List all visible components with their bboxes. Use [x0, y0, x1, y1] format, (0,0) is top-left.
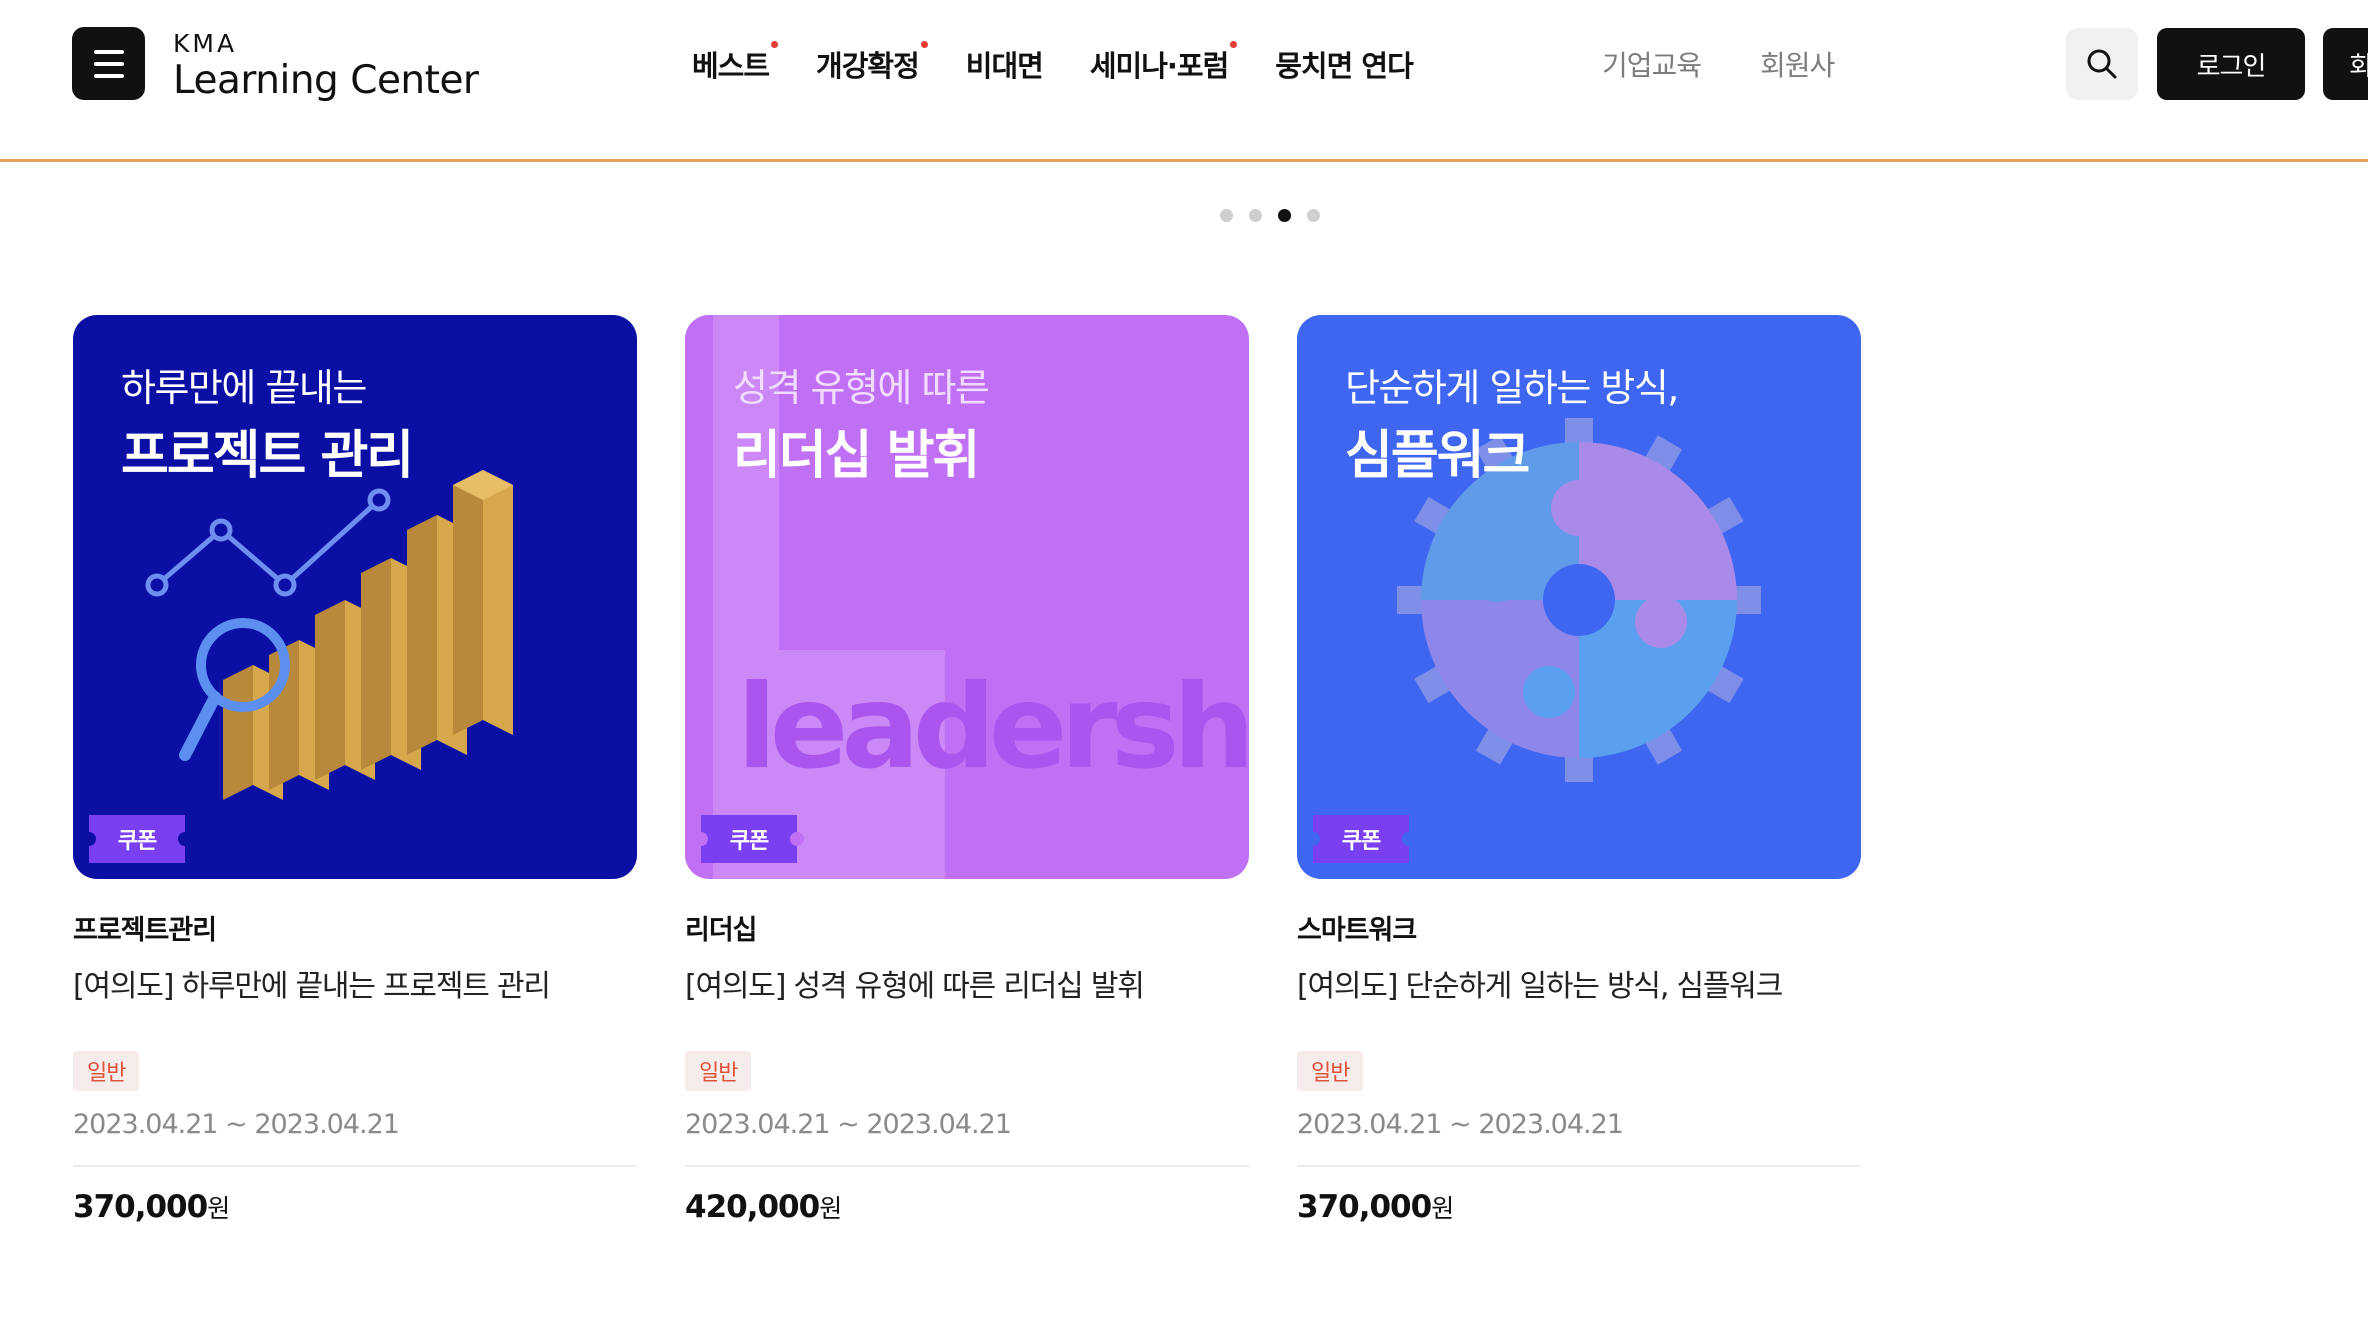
thumbnail-title: 심플워크: [1345, 426, 1530, 486]
pagination-dot[interactable]: [1307, 209, 1320, 222]
coupon-badge: 쿠폰: [82, 815, 192, 863]
course-price: 420,000원: [685, 1189, 842, 1225]
nav-item-group-open[interactable]: 뭉치면 연다: [1275, 43, 1413, 85]
thumbnail-subtitle: 단순하게 일하는 방식,: [1345, 366, 1679, 410]
nav-item-seminar-forum[interactable]: 세미나·포럼: [1090, 41, 1238, 85]
thumbnail-subtitle: 하루만에 끝내는: [121, 366, 367, 410]
course-card[interactable]: 하루만에 끝내는 프로젝트 관리 쿠폰 프로젝트관리 [여의도] 하루만에 끝내…: [73, 315, 637, 1229]
course-thumbnail[interactable]: leadership 성격 유형에 따른 리더십 발휘 쿠폰: [685, 315, 1249, 879]
new-dot-icon: [1230, 41, 1238, 48]
course-card[interactable]: 단순하게 일하는 방식, 심플워크 쿠폰 스마트워크 [여의도] 단순하게 일하…: [1297, 315, 1861, 1229]
carousel-pagination: [1220, 209, 1320, 222]
join-button[interactable]: 회원가입: [2323, 28, 2368, 100]
course-thumbnail[interactable]: 하루만에 끝내는 프로젝트 관리 쿠폰: [73, 315, 637, 879]
course-title[interactable]: [여의도] 단순하게 일하는 방식, 심플워크: [1297, 967, 1861, 1007]
pagination-dot[interactable]: [1220, 209, 1233, 222]
course-price: 370,000원: [73, 1189, 230, 1225]
logo-learning-center: Learning Center: [173, 58, 479, 103]
nav-sub-corporate[interactable]: 기업교육: [1602, 42, 1702, 86]
coupon-badge: 쿠폰: [1306, 815, 1416, 863]
login-button[interactable]: 로그인: [2157, 28, 2305, 100]
course-type-badge: 일반: [1297, 1051, 1364, 1091]
pagination-dot[interactable]: [1249, 209, 1262, 222]
coupon-badge: 쿠폰: [694, 815, 804, 863]
site-logo[interactable]: KMA Learning Center: [173, 29, 479, 104]
course-category: 프로젝트관리: [73, 915, 217, 946]
site-header: KMA Learning Center 베스트 개강확정 비대면 세미나·포럼 …: [0, 0, 2368, 162]
new-dot-icon: [771, 41, 779, 48]
nav-item-confirmed[interactable]: 개강확정: [816, 41, 928, 85]
course-date: 2023.04.21 ~ 2023.04.21: [1297, 1107, 1861, 1167]
main-nav: 베스트 개강확정 비대면 세미나·포럼 뭉치면 연다: [692, 41, 1460, 86]
course-date: 2023.04.21 ~ 2023.04.21: [685, 1107, 1249, 1167]
logo-kma: KMA: [173, 29, 238, 58]
pagination-dot-active[interactable]: [1278, 209, 1291, 222]
thumbnail-title: 프로젝트 관리: [121, 426, 414, 486]
course-thumbnail[interactable]: 단순하게 일하는 방식, 심플워크 쿠폰: [1297, 315, 1861, 879]
course-card[interactable]: leadership 성격 유형에 따른 리더십 발휘 쿠폰 리더십 [여의도]…: [685, 315, 1249, 1229]
leadership-watermark: leadership: [737, 660, 1249, 795]
course-title[interactable]: [여의도] 하루만에 끝내는 프로젝트 관리: [73, 967, 637, 1007]
course-title[interactable]: [여의도] 성격 유형에 따른 리더십 발휘: [685, 967, 1249, 1007]
course-type-badge: 일반: [685, 1051, 752, 1091]
nav-item-online[interactable]: 비대면: [966, 43, 1044, 85]
course-category: 리더십: [685, 915, 758, 946]
hamburger-icon: [93, 49, 124, 54]
course-date: 2023.04.21 ~ 2023.04.21: [73, 1107, 637, 1167]
thumbnail-subtitle: 성격 유형에 따른: [733, 366, 990, 410]
menu-button[interactable]: [72, 27, 145, 100]
course-category: 스마트워크: [1297, 915, 1417, 946]
search-icon: [2087, 49, 2117, 79]
thumbnail-title: 리더십 발휘: [733, 426, 980, 486]
course-price: 370,000원: [1297, 1189, 1454, 1225]
new-dot-icon: [920, 41, 928, 48]
nav-item-best[interactable]: 베스트: [692, 41, 779, 85]
search-button[interactable]: [2066, 28, 2138, 100]
course-type-badge: 일반: [73, 1051, 140, 1091]
nav-sub-member[interactable]: 회원사: [1760, 42, 1835, 86]
